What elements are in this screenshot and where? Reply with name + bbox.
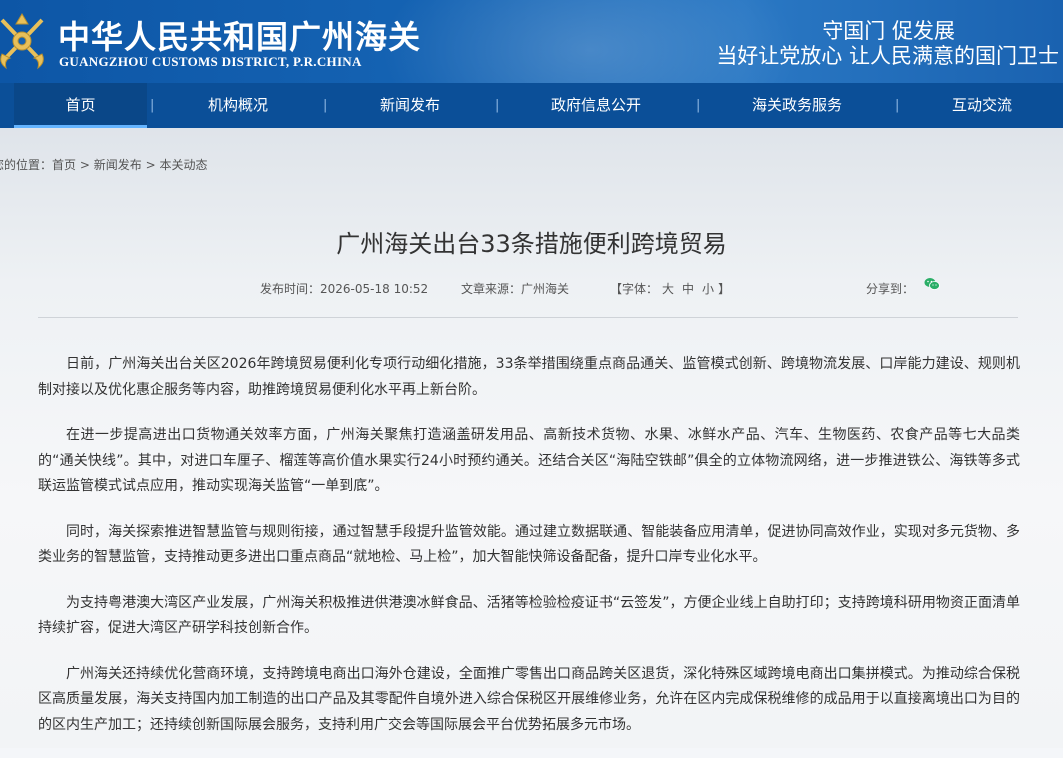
breadcrumb-local-news-link[interactable]: 本关动态 [159,158,207,172]
breadcrumb-news-link[interactable]: 新闻发布 [94,158,142,172]
share-label: 分享到： [866,282,915,296]
font-label-close: 】 [718,282,731,296]
nav-separator: | [495,98,500,113]
nav-item-organization[interactable]: 机构概况 [190,83,286,128]
site-title-cn[interactable]: 中华人民共和国广州海关 [58,12,421,58]
article-paragraph: 在进一步提高进出口货物通关效率方面，广州海关聚焦打造涵盖研发用品、高新技术货物、… [38,427,1020,494]
nav-item-interaction[interactable]: 互动交流 [934,83,1030,128]
font-label-open: 【字体： [610,282,659,296]
nav-separator: | [696,98,701,113]
breadcrumb-separator: > [145,158,156,172]
nav-item-services[interactable]: 海关政务服务 [735,83,859,128]
publish-label: 发布时间： [260,282,321,296]
source-value: 广州海关 [521,282,570,296]
nav-item-home[interactable]: 首页 [14,83,147,128]
nav-separator: | [895,98,900,113]
breadcrumb: 您的位置：首页 > 新闻发布 > 本关动态 [0,156,208,173]
breadcrumb-separator: > [79,158,90,172]
article-paragraph: 同时，海关探索推进智慧监管与规则衔接，通过智慧手段提升监管效能。通过建立数据联通… [38,523,1020,566]
nav-separator: | [150,98,155,113]
site-title-en: GUANGZHOU CUSTOMS DISTRICT, P.R.CHINA [59,54,362,69]
breadcrumb-home-link[interactable]: 首页 [52,158,76,172]
publish-time-value: 2026-05-18 10:52 [320,282,429,296]
font-medium-button[interactable]: 中 [682,282,694,296]
article-divider [38,317,1018,318]
font-size-controls: 【字体：大中小】 [610,280,730,297]
article-paragraph: 日前，广州海关出台关区2026年跨境贸易便利化专项行动细化措施，33条举措围绕重… [38,356,1020,398]
article-title: 广州海关出台33条措施便利跨境贸易 [336,230,727,258]
source-label: 文章来源： [461,282,522,296]
article-paragraph: 广州海关还持续优化营商环境，支持跨境电商出口海外仓建设，全面推广零售出口商品跨关… [38,665,1020,733]
font-small-button[interactable]: 小 [702,282,714,296]
nav-item-news[interactable]: 新闻发布 [362,83,458,128]
nav-separator: | [323,98,328,113]
main-nav: 首页 | 机构概况 | 新闻发布 | 政府信息公开 | 海关政务服务 | 互动交… [0,83,1063,128]
wechat-icon[interactable] [924,277,940,291]
nav-item-gov-info[interactable]: 政府信息公开 [534,83,658,128]
font-large-button[interactable]: 大 [662,282,674,296]
breadcrumb-prefix: 您的位置： [0,158,53,172]
article-source: 文章来源：广州海关 [461,280,569,297]
customs-emblem-icon[interactable] [0,10,48,72]
site-header: 中华人民共和国广州海关 GUANGZHOU CUSTOMS DISTRICT, … [0,0,1063,83]
article-body: 日前，广州海关出台关区2026年跨境贸易便利化专项行动细化措施，33条举措围绕重… [38,352,1020,758]
slogan-line2: 当好让党放心 让人民满意的国门卫士 [716,44,1059,68]
article-paragraph: 为支持粤港澳大湾区产业发展，广州海关积极推进供港澳冰鲜食品、活猪等检验检疫证书“… [38,594,1020,637]
publish-time: 发布时间：2026-05-18 10:52 [260,280,428,297]
